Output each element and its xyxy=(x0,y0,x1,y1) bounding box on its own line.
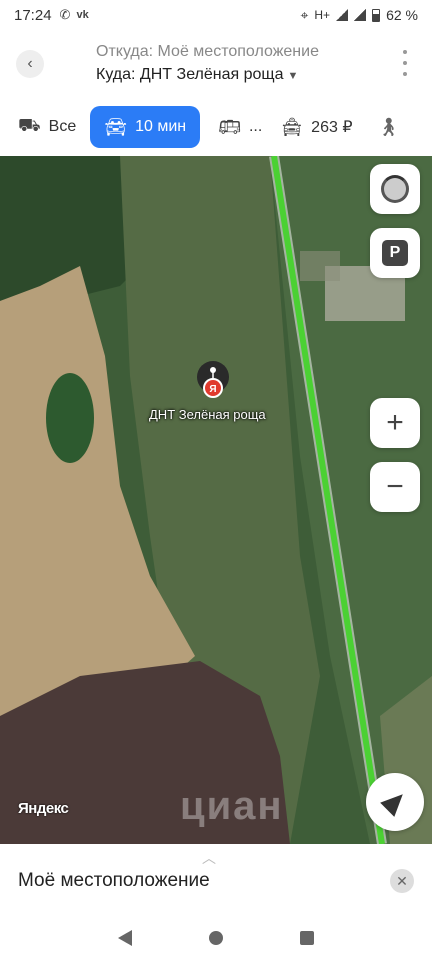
tab-taxi[interactable]: 🚖︎ 263 ₽ xyxy=(280,106,352,148)
location-icon: ⌖ xyxy=(300,6,309,23)
route-to-label: Куда: ДНТ Зелёная роща xyxy=(96,66,284,83)
system-home-icon[interactable] xyxy=(208,931,223,945)
layers-button[interactable] xyxy=(370,164,420,214)
tab-taxi-label: 263 ₽ xyxy=(311,119,353,136)
vk-icon: vk xyxy=(76,9,89,21)
tab-car-label: 10 мин xyxy=(135,118,187,135)
my-location-button[interactable] xyxy=(366,773,424,831)
navigation-arrow-icon xyxy=(380,787,410,817)
taxi-icon: 🚖︎ xyxy=(280,116,304,137)
car-icon: 🚘︎ xyxy=(104,116,128,137)
chevron-left-icon: ‹ xyxy=(27,55,33,72)
route-to[interactable]: Куда: ДНТ Зелёная роща ▼ xyxy=(96,66,298,84)
walk-icon[interactable]: 🚶︎ xyxy=(377,117,400,138)
plus-icon: + xyxy=(386,406,404,439)
parking-icon: P xyxy=(382,240,408,266)
network-type: H+ xyxy=(314,8,331,22)
tab-all[interactable]: ⛟ Все xyxy=(18,106,76,148)
viber-icon: ✆ xyxy=(59,7,71,22)
zoom-in-button[interactable]: + xyxy=(370,398,420,448)
svg-text:Я: Я xyxy=(209,384,216,395)
minus-icon: − xyxy=(386,470,404,503)
watermark: циан xyxy=(180,784,284,828)
tab-all-label: Все xyxy=(48,118,77,135)
system-navbar xyxy=(0,916,432,960)
tab-transit[interactable]: 🚌︎ ... xyxy=(218,106,262,148)
map-view[interactable]: Я ДНТ Зелёная роща циан Яндекс P + − xyxy=(0,156,432,844)
bottom-sheet[interactable]: ︿ Моё местоположение ✕ xyxy=(0,844,432,916)
parking-button[interactable]: P xyxy=(370,228,420,278)
status-right: ⌖ H+ 62 % xyxy=(301,7,419,24)
system-recents-icon[interactable] xyxy=(299,931,314,945)
bus-icon: 🚌︎ xyxy=(218,116,241,137)
yandex-logo: Яндекс xyxy=(18,800,69,817)
tab-transit-label: ... xyxy=(248,118,263,135)
route-header: ‹ Откуда: Моё местоположение Куда: ДНТ З… xyxy=(0,30,432,98)
system-back-icon[interactable] xyxy=(118,930,133,946)
status-time: 17:24 xyxy=(14,6,52,24)
close-icon: ✕ xyxy=(396,872,408,889)
more-menu-button[interactable] xyxy=(402,50,408,76)
back-button[interactable]: ‹ xyxy=(16,50,44,78)
zoom-out-button[interactable]: − xyxy=(370,462,420,512)
battery-level: 62 % xyxy=(386,7,418,23)
transport-tabs: ⛟ Все 🚘︎ 10 мин 🚌︎ ... 🚖︎ 263 ₽ 🚶︎ xyxy=(0,98,432,156)
sheet-handle-icon[interactable]: ︿ xyxy=(202,848,216,868)
caret-down-icon: ▼ xyxy=(287,70,299,82)
battery-icon xyxy=(372,8,381,22)
destination-pin[interactable]: Я xyxy=(195,360,231,400)
car-stack-icon: ⛟ xyxy=(18,115,41,135)
poi-label[interactable]: ДНТ Зелёная роща xyxy=(149,407,266,422)
route-from[interactable]: Откуда: Моё местоположение xyxy=(96,43,319,61)
status-bar: 17:24 ✆ vk ⌖ H+ 62 % xyxy=(0,0,432,30)
tab-car[interactable]: 🚘︎ 10 мин xyxy=(90,106,201,148)
sheet-title: Моё местоположение xyxy=(18,870,210,891)
signal-icon xyxy=(336,9,349,21)
layers-icon xyxy=(381,175,409,203)
satellite-map xyxy=(0,156,432,844)
signal-icon-2 xyxy=(354,9,367,21)
close-button[interactable]: ✕ xyxy=(390,869,414,893)
